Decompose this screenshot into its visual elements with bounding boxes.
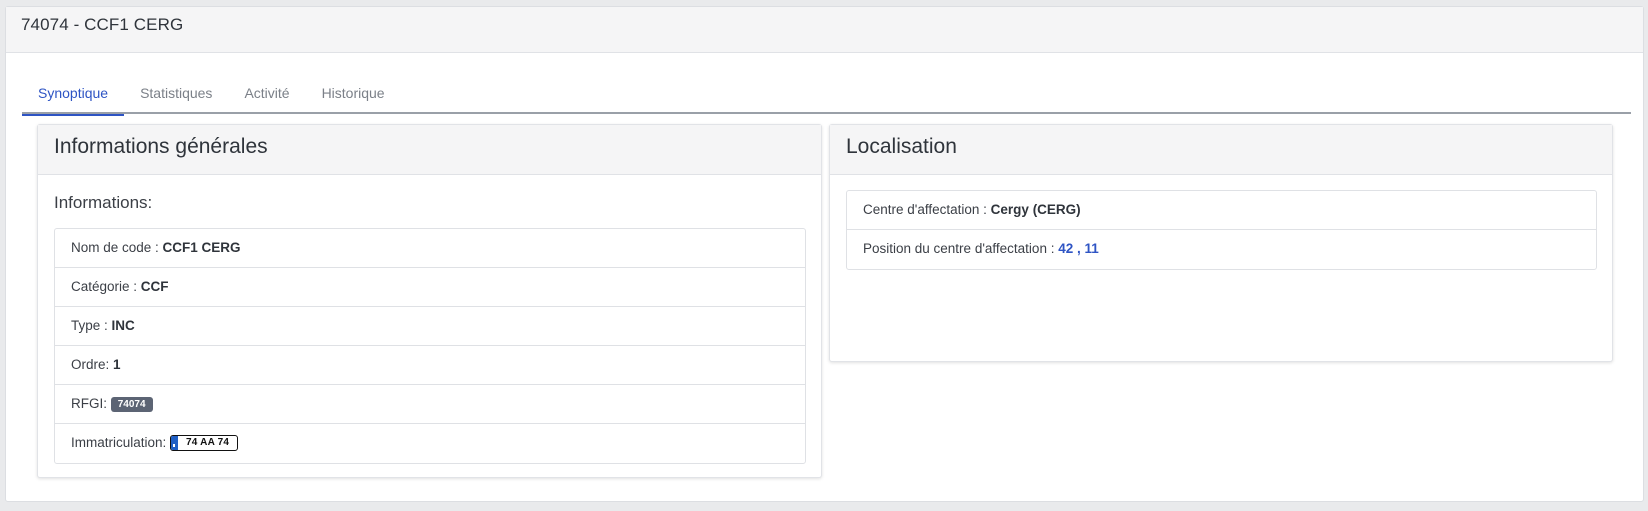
field-label: Position du centre d'affectation : — [863, 241, 1059, 256]
field-label: Catégorie : — [71, 279, 141, 294]
list-item-category: Catégorie : CCF — [55, 268, 805, 307]
card-title: Localisation — [846, 135, 957, 158]
general-info-card: Informations générales Informations: Nom… — [37, 124, 822, 478]
location-card: Localisation Centre d'affectation : Cerg… — [829, 124, 1613, 362]
position-value: 42 , 11 — [1058, 241, 1099, 256]
page-header: 74074 - CCF1 CERG — [6, 7, 1643, 53]
field-label: Centre d'affectation : — [863, 202, 991, 217]
code-name-value: CCF1 CERG — [162, 240, 241, 255]
type-value: INC — [111, 318, 135, 333]
category-value: CCF — [140, 279, 169, 294]
page-title: 74074 - CCF1 CERG — [21, 15, 184, 34]
list-item-order: Ordre: 1 — [55, 346, 805, 385]
rfgi-badge: 74074 — [110, 397, 153, 412]
list-item-code-name: Nom de code : CCF1 CERG — [55, 229, 805, 268]
order-value: 1 — [113, 357, 121, 372]
field-label: Ordre: — [71, 357, 114, 372]
license-plate: 74 AA 74 — [170, 435, 239, 451]
tab-statistiques[interactable]: Statistiques — [124, 75, 228, 114]
tab-bar: Synoptique Statistiques Activité Histori… — [22, 75, 1631, 116]
list-item-type: Type : INC — [55, 307, 805, 346]
center-value: Cergy (CERG) — [990, 202, 1081, 217]
list-item-registration: Immatriculation: 74 AA 74 — [55, 424, 805, 463]
field-label: RFGI: — [71, 396, 111, 411]
card-header: Informations générales — [38, 125, 821, 175]
list-item-position: Position du centre d'affectation : 42 , … — [847, 230, 1596, 269]
eu-flag-icon — [171, 436, 179, 450]
section-title: Informations: — [54, 193, 153, 212]
card-header: Localisation — [830, 125, 1612, 175]
tab-historique[interactable]: Historique — [306, 75, 401, 114]
list-item-rfgi: RFGI: 74074 — [55, 385, 805, 424]
location-list: Centre d'affectation : Cergy (CERG) Posi… — [846, 190, 1597, 270]
card-title: Informations générales — [54, 135, 268, 158]
tab-synoptique[interactable]: Synoptique — [22, 75, 125, 116]
field-label: Type : — [71, 318, 112, 333]
plate-number: 74 AA 74 — [186, 437, 230, 448]
vehicle-panel: 74074 - CCF1 CERG Synoptique Statistique… — [5, 6, 1644, 502]
list-item-center: Centre d'affectation : Cergy (CERG) — [847, 191, 1596, 230]
info-list: Nom de code : CCF1 CERG Catégorie : CCF … — [54, 228, 806, 464]
tab-activite[interactable]: Activité — [228, 75, 305, 114]
field-label: Nom de code : — [71, 240, 163, 255]
field-label: Immatriculation: — [71, 435, 171, 450]
